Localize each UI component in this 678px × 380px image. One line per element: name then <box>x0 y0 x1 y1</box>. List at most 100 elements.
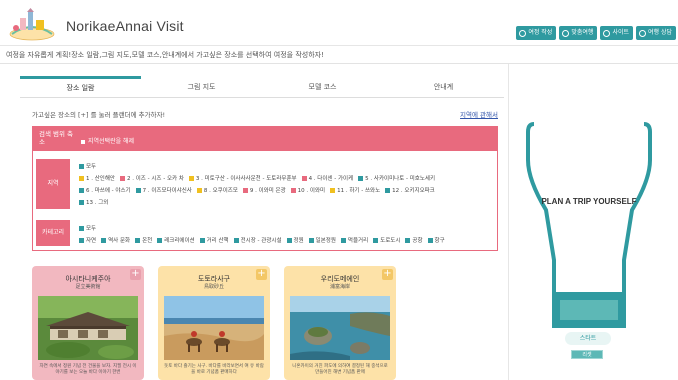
filter-option[interactable]: 모두 <box>79 224 96 232</box>
filter-option[interactable]: 역사 문화 <box>101 236 130 244</box>
start-button[interactable]: 스타트 <box>565 332 611 345</box>
main-panel: 장소 일람 그림 지도 모델 코스 안내계 가고싶은 장소의 [+] 를 눌러 … <box>20 76 504 380</box>
filter-option[interactable]: 11 . 하기 - 쓰와노 <box>330 186 380 194</box>
filter-option[interactable]: 일본정원 <box>308 236 336 244</box>
filter-option-label: 일본정원 <box>315 238 336 244</box>
tab-model-course[interactable]: 모델 코스 <box>262 76 383 97</box>
filter-option[interactable]: 항구 <box>427 236 445 244</box>
checkbox-icon <box>286 237 292 243</box>
clear-region-button[interactable]: 지역선택란을 해제 <box>81 136 134 145</box>
filter-option[interactable]: 온천 <box>135 236 152 244</box>
filter-option-row: 6 . 마쓰에 - 야스기 7 . 이즈모다이샤신사 8 . 오쿠이즈모 9 . 이와… <box>79 186 435 194</box>
consult-button[interactable]: 여행 상담 <box>636 26 676 40</box>
instruction-text: 가고싶은 장소의 [+] 를 눌러 플랜더에 추가하자! <box>32 111 166 119</box>
filter-option[interactable]: 정원 <box>286 236 304 244</box>
checkbox-icon <box>79 187 84 193</box>
plan-trip-title: PLAN A TRIP YOURSELF <box>541 197 637 206</box>
filter-option-label: 항구 <box>434 238 445 244</box>
checkbox-icon <box>157 237 163 243</box>
place-card[interactable]: + 아시타니케주아 足立美術館 자연 속에서 정원 기념 전 건물을 보자. 지… <box>32 266 144 380</box>
site-button[interactable]: 사이트 <box>600 26 633 40</box>
custom-trip-button[interactable]: 맞춤여행 <box>559 26 598 40</box>
filter-option-row: 자연 역사 문화 온천 레크리에이션 거리 산책 전시장 - 관광시설 정원 일본정원 먹을거리… <box>79 236 445 244</box>
filter-option-row: 모두 <box>79 224 96 232</box>
filter-option-label: 13 . 그외 <box>86 200 109 206</box>
filter-option-label: 전시장 - 관광시설 <box>240 238 282 244</box>
filter-option-label: 먹을거리 <box>347 238 369 244</box>
checkbox-icon <box>290 187 296 193</box>
place-card[interactable]: + 우리도메에인 浦富海岸 니혼카이의 거친 파도에 의하여 결정된 해 중석으… <box>284 266 396 380</box>
reset-button[interactable]: 리셋 <box>571 350 603 359</box>
filter-option[interactable]: 9 . 이와미 은광 <box>242 186 286 194</box>
filter-option-label: 모두 <box>86 226 97 232</box>
filter-option[interactable]: 3 . 미토구산 - 이사사사운천 - 도토라무훈부 <box>188 174 297 182</box>
filter-option[interactable]: 거리 산책 <box>199 236 229 244</box>
checkbox-icon <box>81 139 85 144</box>
filter-option[interactable]: 13 . 그외 <box>79 198 108 206</box>
tab-place-list[interactable]: 장소 일람 <box>20 76 141 97</box>
filter-option[interactable]: 5 . 사카이미나토 - 미호노세키 <box>358 174 435 182</box>
top-button-bar: 여정 작성 맞춤여행 사이트 여행 상담 <box>516 26 676 40</box>
filter-option[interactable]: 전시장 - 관광시설 <box>233 236 282 244</box>
checkbox-icon <box>301 175 307 181</box>
filter-option-label: 자연 <box>86 238 97 244</box>
book-icon <box>639 29 646 37</box>
filter-option[interactable]: 8 . 오쿠이즈모 <box>196 186 238 194</box>
filter-option-label: 1 . 산인해안 <box>86 176 115 182</box>
filter-option[interactable]: 도로도시 <box>373 236 400 244</box>
filter-option-label: 12 . 오키지오파크 <box>392 188 435 194</box>
route-icon <box>562 29 570 37</box>
filter-option[interactable]: 7 . 이즈모다이샤신사 <box>135 186 192 194</box>
checkbox-icon <box>373 237 379 243</box>
checkbox-icon <box>79 175 84 181</box>
planner-basket-icon <box>526 122 652 328</box>
place-card[interactable]: + 도토라사구 鳥取砂丘 돗토 바다 즐기는 사구. 바다를 바라보면서 여 유… <box>158 266 270 380</box>
filter-option[interactable]: 12 . 오키지오파크 <box>385 186 435 194</box>
filter-option-label: 9 . 이와미 은광 <box>249 188 286 194</box>
category-label: 카테고리 <box>36 220 70 246</box>
filter-option[interactable]: 10 . 이와미 <box>290 186 325 194</box>
filter-title: 검색 범위 축소 <box>39 130 74 146</box>
filter-option[interactable]: 4 . 다이센 - 가이케 <box>301 174 354 182</box>
logo-icon[interactable] <box>8 8 56 42</box>
filter-option-row: 1 . 산인해안 2 . 이즈 - 시즈 - 오카 차 3 . 미토구산 - 이사사… <box>79 174 435 182</box>
checkbox-icon <box>188 175 194 181</box>
region-label: 지역 <box>36 159 70 209</box>
app-header: NorikaeAnnai Visit 여정 작성 맞춤여행 사이트 여행 상담 <box>0 0 678 46</box>
checkbox-icon <box>330 187 336 193</box>
checkbox-icon <box>358 175 364 181</box>
filter-header: 검색 범위 축소 지역선택란을 해제 <box>33 127 497 151</box>
filter-option-row: 모두 <box>79 162 96 170</box>
filter-option[interactable]: 먹을거리 <box>340 236 369 244</box>
filter-option-label: 11 . 하기 - 쓰와노 <box>337 188 381 194</box>
filter-option[interactable]: 레크리에이션 <box>157 236 195 244</box>
filter-option[interactable]: 2 . 이즈 - 시즈 - 오카 차 <box>120 174 184 182</box>
checkbox-icon <box>79 199 84 205</box>
tab-bar: 장소 일람 그림 지도 모델 코스 안내계 <box>20 76 504 98</box>
checkbox-icon <box>308 237 314 243</box>
write-itinerary-button[interactable]: 여정 작성 <box>516 26 557 40</box>
filter-option-label: 4 . 다이센 - 가이케 <box>308 176 354 182</box>
filter-option-label: 2 . 이즈 - 시즈 - 오카 차 <box>127 176 184 182</box>
tab-picture-map[interactable]: 그림 지도 <box>141 76 262 97</box>
filter-option-label: 3 . 미토구산 - 이사사사운천 - 도토라무훈부 <box>195 176 297 182</box>
filter-option-label: 온천 <box>142 238 153 244</box>
filter-option[interactable]: 1 . 산인해안 <box>79 174 115 182</box>
filter-option[interactable]: 모두 <box>79 162 96 170</box>
filter-option-label: 거리 산책 <box>206 238 229 244</box>
filter-option[interactable]: 공항 <box>405 236 423 244</box>
checkbox-icon <box>199 237 205 243</box>
checkbox-icon <box>79 237 84 243</box>
checkbox-icon <box>101 237 107 243</box>
filter-option-label: 8 . 오쿠이즈모 <box>203 188 238 194</box>
region-info-link[interactable]: 지역에 관해서 <box>460 109 498 119</box>
filter-option-label: 7 . 이즈모다이샤신사 <box>142 188 192 194</box>
tab-guide[interactable]: 안내계 <box>383 76 504 97</box>
garden-photo <box>38 296 138 360</box>
card-description: 자연 속에서 정원 기념 전 건물을 보자. 지필 전시 이야기를 보는 오늘 … <box>39 364 137 375</box>
pencil-icon <box>519 29 527 37</box>
filter-option-label: 도로도시 <box>380 238 401 244</box>
filter-option[interactable]: 자연 <box>79 236 96 244</box>
filter-option-label: 공항 <box>412 238 423 244</box>
filter-option[interactable]: 6 . 마쓰에 - 야스기 <box>79 186 131 194</box>
